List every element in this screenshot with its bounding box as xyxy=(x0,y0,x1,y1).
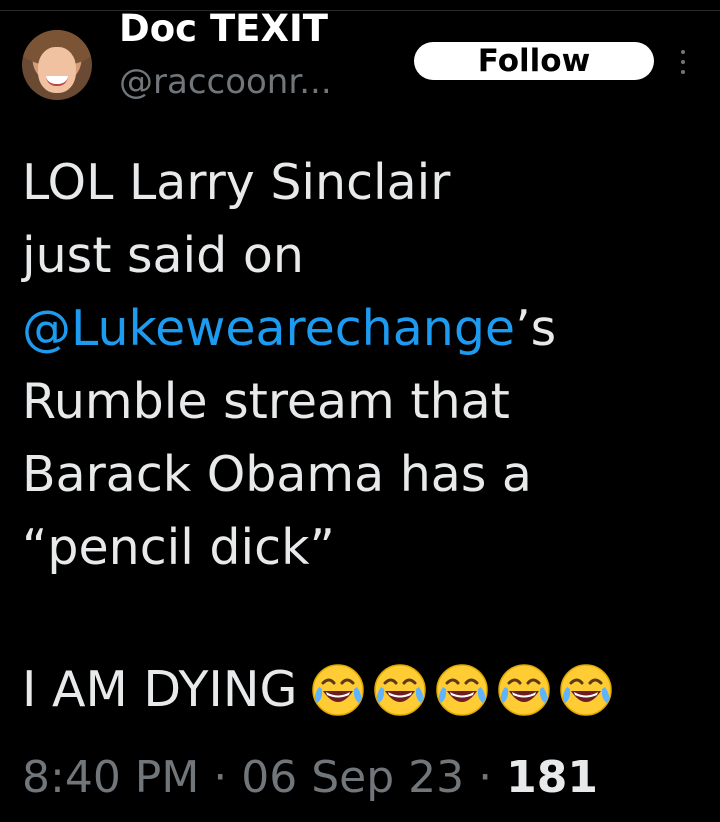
emoji-row xyxy=(311,663,621,717)
meta-separator: · xyxy=(199,752,242,803)
follow-button[interactable]: Follow xyxy=(414,42,654,80)
mention-link[interactable]: @Lukewearechange xyxy=(22,300,515,357)
tweet-text-start: LOL Larry Sinclair just said on xyxy=(22,154,451,284)
view-count[interactable]: 181 xyxy=(506,752,598,803)
avatar-face xyxy=(38,47,76,93)
meta-separator: · xyxy=(464,752,507,803)
tweet-date[interactable]: 06 Sep 23 xyxy=(241,752,464,803)
tweet-meta: 8:40 PM · 06 Sep 23 · 181 xyxy=(22,752,598,803)
author-display-name[interactable]: Doc TEXIT xyxy=(119,8,328,50)
face-with-tears-of-joy-icon xyxy=(560,663,613,716)
tweet-time[interactable]: 8:40 PM xyxy=(22,752,199,803)
face-with-tears-of-joy-icon xyxy=(374,663,427,716)
closing-text: I AM DYING xyxy=(22,661,298,718)
avatar[interactable] xyxy=(22,30,92,100)
face-with-tears-of-joy-icon xyxy=(436,663,489,716)
face-with-tears-of-joy-icon xyxy=(312,663,365,716)
face-with-tears-of-joy-icon xyxy=(498,663,551,716)
top-divider xyxy=(0,10,720,11)
tweet-text: LOL Larry Sinclair just said on @Lukewea… xyxy=(22,146,692,584)
author-handle[interactable]: @raccoonr... xyxy=(119,63,332,101)
more-options-icon[interactable] xyxy=(676,48,690,76)
tweet-closing-line: I AM DYING xyxy=(22,653,621,726)
